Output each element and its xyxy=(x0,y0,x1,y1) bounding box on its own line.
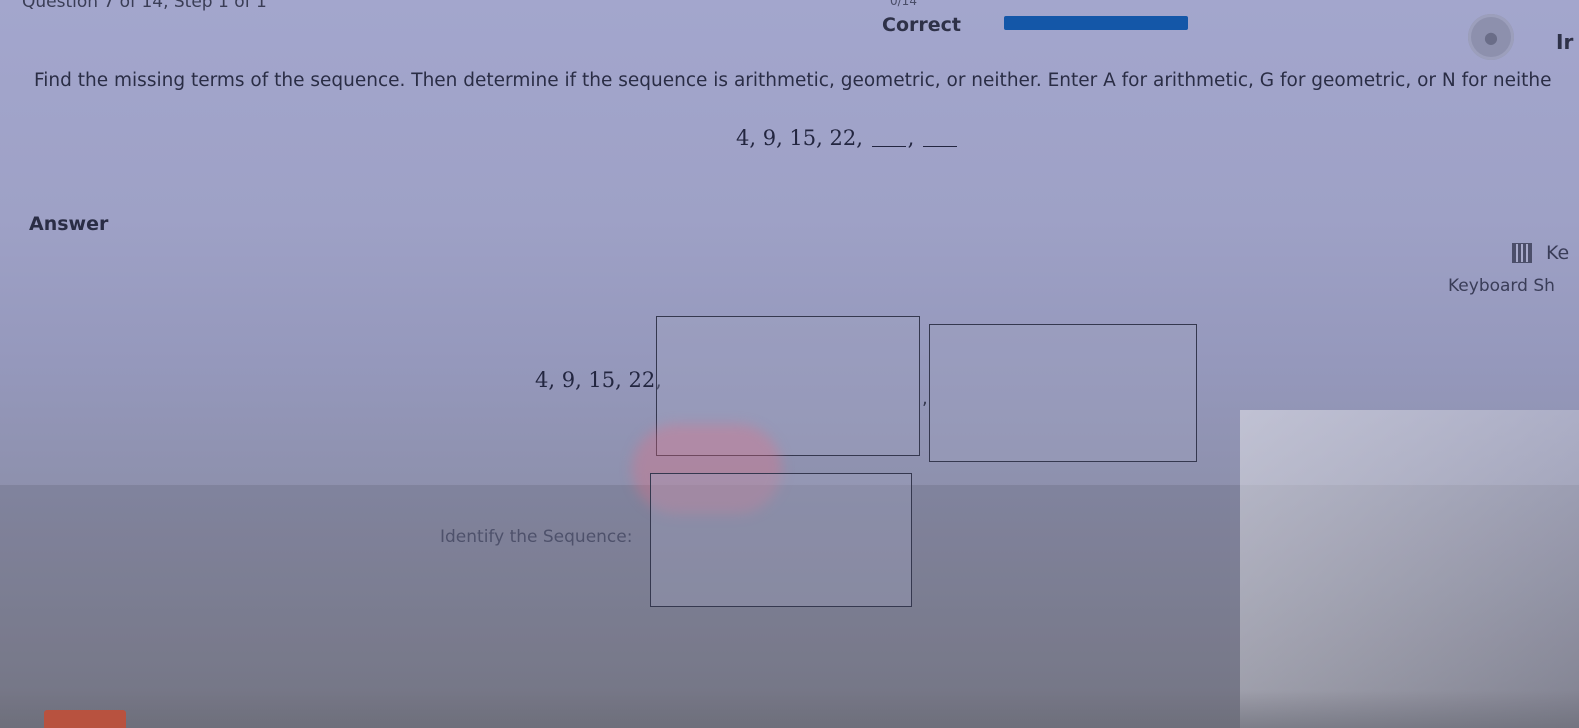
sequence-type-input[interactable] xyxy=(650,473,912,607)
question-step-label: Question 7 of 14, Step 1 of 1 xyxy=(22,0,267,12)
progress-bar xyxy=(1004,16,1188,30)
term-2-input[interactable] xyxy=(929,324,1197,462)
calculator-icon[interactable] xyxy=(1512,243,1532,263)
score-label: 0/14 xyxy=(890,0,917,8)
blank-separator: , xyxy=(907,126,915,150)
answer-box-separator: , xyxy=(922,388,928,409)
keypad-button[interactable]: Ke xyxy=(1546,242,1569,264)
progress-fill xyxy=(1004,16,1188,30)
bottom-button[interactable] xyxy=(44,710,126,728)
keyboard-shortcuts-link[interactable]: Keyboard Sh xyxy=(1448,276,1555,296)
blank-term-2 xyxy=(922,146,957,147)
status-label: Correct xyxy=(882,14,961,36)
sequence-terms: 4, 9, 15, 22, xyxy=(736,126,863,150)
question-sequence: 4, 9, 15, 22, , xyxy=(736,126,959,150)
identify-sequence-label: Identify the Sequence: xyxy=(440,527,633,547)
blank-term-1 xyxy=(871,146,906,147)
corner-label: Ir xyxy=(1556,30,1574,54)
answer-heading: Answer xyxy=(29,213,109,235)
term-1-input[interactable] xyxy=(656,316,920,456)
question-instructions: Find the missing terms of the sequence. … xyxy=(34,70,1552,91)
answer-sequence-prefix: 4, 9, 15, 22, xyxy=(535,368,662,392)
points-badge-icon[interactable]: ● xyxy=(1468,14,1514,60)
